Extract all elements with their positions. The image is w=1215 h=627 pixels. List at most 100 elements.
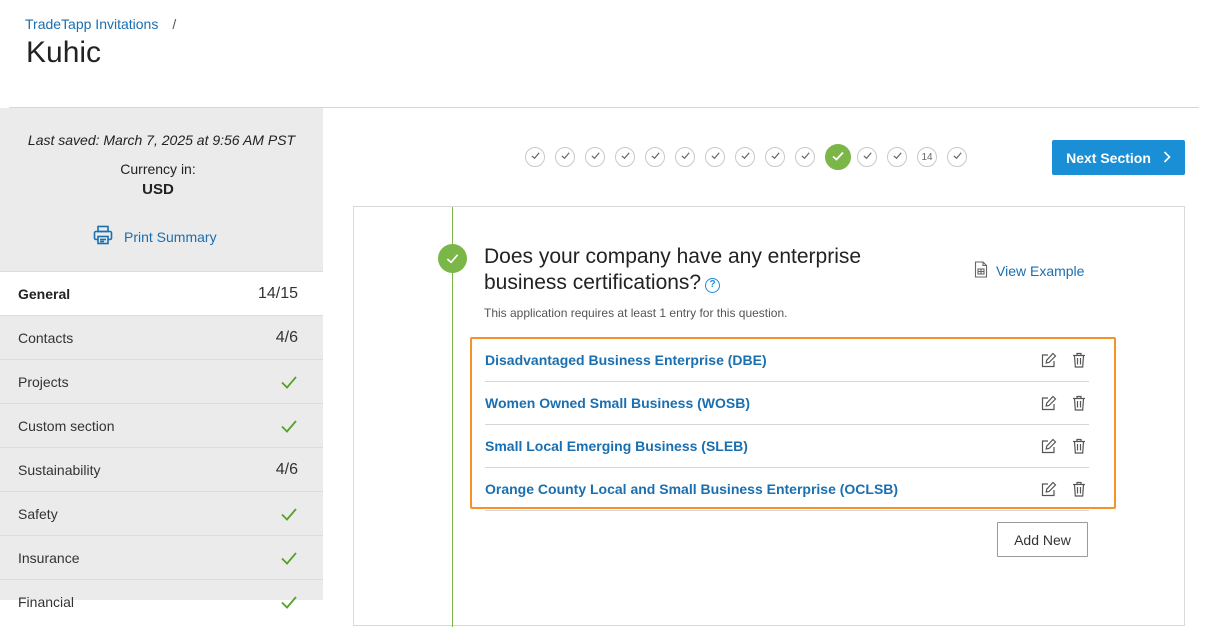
edit-icon[interactable] <box>1041 438 1057 454</box>
question-card: Does your company have any enterprise bu… <box>353 206 1185 627</box>
check-icon <box>620 150 631 164</box>
edit-icon[interactable] <box>1041 352 1057 368</box>
progress-count: 4/6 <box>275 328 298 346</box>
step-11-current[interactable] <box>825 144 851 170</box>
breadcrumb: TradeTapp Invitations / <box>25 16 176 32</box>
check-icon <box>892 150 903 164</box>
page-header: TradeTapp Invitations / Kuhic <box>0 0 1215 108</box>
entry-link[interactable]: Small Local Emerging Business (SLEB) <box>485 438 748 454</box>
step-10[interactable] <box>795 147 815 167</box>
check-icon <box>831 149 845 166</box>
sidebar-item-sustainability[interactable]: Sustainability 4/6 <box>0 447 323 491</box>
sidebar-item-label: Financial <box>18 593 75 610</box>
step-15[interactable] <box>947 147 967 167</box>
currency-value: USD <box>142 181 174 198</box>
sidebar-summary: Last saved: March 7, 2025 at 9:56 AM PST… <box>0 108 323 271</box>
list-item: Small Local Emerging Business (SLEB) <box>485 425 1089 468</box>
question-label: Does your company have any enterprise bu… <box>484 245 862 294</box>
trash-icon[interactable] <box>1071 395 1087 411</box>
check-icon <box>530 150 541 164</box>
next-section-label: Next Section <box>1066 149 1151 166</box>
entry-actions <box>1041 481 1087 497</box>
check-icon <box>862 150 873 164</box>
section-nav: General 14/15 Contacts 4/6 Projects Cust… <box>0 271 323 623</box>
step-5[interactable] <box>645 147 665 167</box>
breadcrumb-link-tradetapp-invitations[interactable]: TradeTapp Invitations <box>25 16 158 32</box>
checkmark-icon <box>280 417 298 435</box>
sidebar-item-financial[interactable]: Financial <box>0 579 323 623</box>
step-2[interactable] <box>555 147 575 167</box>
currency-label: Currency in: <box>120 161 196 177</box>
check-icon <box>740 150 751 164</box>
check-icon <box>710 150 721 164</box>
trash-icon[interactable] <box>1071 438 1087 454</box>
step-7[interactable] <box>705 147 725 167</box>
edit-icon[interactable] <box>1041 395 1057 411</box>
check-icon <box>650 150 661 164</box>
question-complete-icon <box>438 244 467 273</box>
step-13[interactable] <box>887 147 907 167</box>
document-icon <box>974 261 988 281</box>
sidebar-item-projects[interactable]: Projects <box>0 359 323 403</box>
check-icon <box>680 150 691 164</box>
page-title: Kuhic <box>26 36 102 69</box>
sidebar-item-custom-section[interactable]: Custom section <box>0 403 323 447</box>
sidebar-item-label: Sustainability <box>18 461 101 478</box>
check-icon <box>952 150 963 164</box>
check-icon <box>770 150 781 164</box>
sidebar-item-label: Custom section <box>18 417 115 434</box>
step-14[interactable]: 14 <box>917 147 937 167</box>
section-stepper: 14 <box>525 144 977 170</box>
entry-actions <box>1041 438 1087 454</box>
printer-icon <box>92 224 114 249</box>
sidebar-item-label: General <box>18 285 71 302</box>
step-4[interactable] <box>615 147 635 167</box>
trash-icon[interactable] <box>1071 352 1087 368</box>
print-summary-button[interactable]: Print Summary <box>92 224 217 249</box>
trash-icon[interactable] <box>1071 481 1087 497</box>
entry-link[interactable]: Disadvantaged Business Enterprise (DBE) <box>485 352 767 368</box>
step-6[interactable] <box>675 147 695 167</box>
entry-link[interactable]: Orange County Local and Small Business E… <box>485 481 898 497</box>
sidebar-item-insurance[interactable]: Insurance <box>0 535 323 579</box>
checkmark-icon <box>280 505 298 523</box>
step-12[interactable] <box>857 147 877 167</box>
requirement-note: This application requires at least 1 ent… <box>484 306 788 320</box>
sidebar-item-contacts[interactable]: Contacts 4/6 <box>0 315 323 359</box>
add-new-button[interactable]: Add New <box>997 522 1088 557</box>
breadcrumb-separator: / <box>172 16 177 32</box>
list-item: Women Owned Small Business (WOSB) <box>485 382 1089 425</box>
sidebar-item-label: Projects <box>18 373 69 390</box>
check-icon <box>590 150 601 164</box>
progress-count: 4/6 <box>275 460 298 478</box>
check-icon <box>800 150 811 164</box>
question-text: Does your company have any enterprise bu… <box>484 244 904 296</box>
next-section-button[interactable]: Next Section <box>1052 140 1185 175</box>
check-icon <box>560 150 571 164</box>
checkmark-icon <box>280 549 298 567</box>
step-3[interactable] <box>585 147 605 167</box>
help-icon[interactable]: ? <box>705 278 721 293</box>
sidebar-item-label: Contacts <box>18 329 74 346</box>
entry-actions <box>1041 395 1087 411</box>
edit-icon[interactable] <box>1041 481 1057 497</box>
view-example-link[interactable]: View Example <box>974 261 1084 281</box>
sidebar-item-safety[interactable]: Safety <box>0 491 323 535</box>
progress-count: 14/15 <box>257 284 298 302</box>
step-1[interactable] <box>525 147 545 167</box>
entry-link[interactable]: Women Owned Small Business (WOSB) <box>485 395 750 411</box>
checkmark-icon <box>280 373 298 391</box>
sidebar-item-general[interactable]: General 14/15 <box>0 271 323 315</box>
list-item: Disadvantaged Business Enterprise (DBE) <box>485 339 1089 382</box>
last-saved-text: Last saved: March 7, 2025 at 9:56 AM PST <box>27 132 296 148</box>
list-item: Orange County Local and Small Business E… <box>485 468 1089 511</box>
print-summary-label: Print Summary <box>124 228 217 245</box>
step-9[interactable] <box>765 147 785 167</box>
certification-entries: Disadvantaged Business Enterprise (DBE) … <box>470 337 1116 511</box>
sidebar: Last saved: March 7, 2025 at 9:56 AM PST… <box>0 108 323 610</box>
sidebar-item-label: Safety <box>18 505 58 522</box>
step-8[interactable] <box>735 147 755 167</box>
checkmark-icon <box>280 593 298 611</box>
entry-actions <box>1041 352 1087 368</box>
chevron-right-icon <box>1163 150 1171 166</box>
